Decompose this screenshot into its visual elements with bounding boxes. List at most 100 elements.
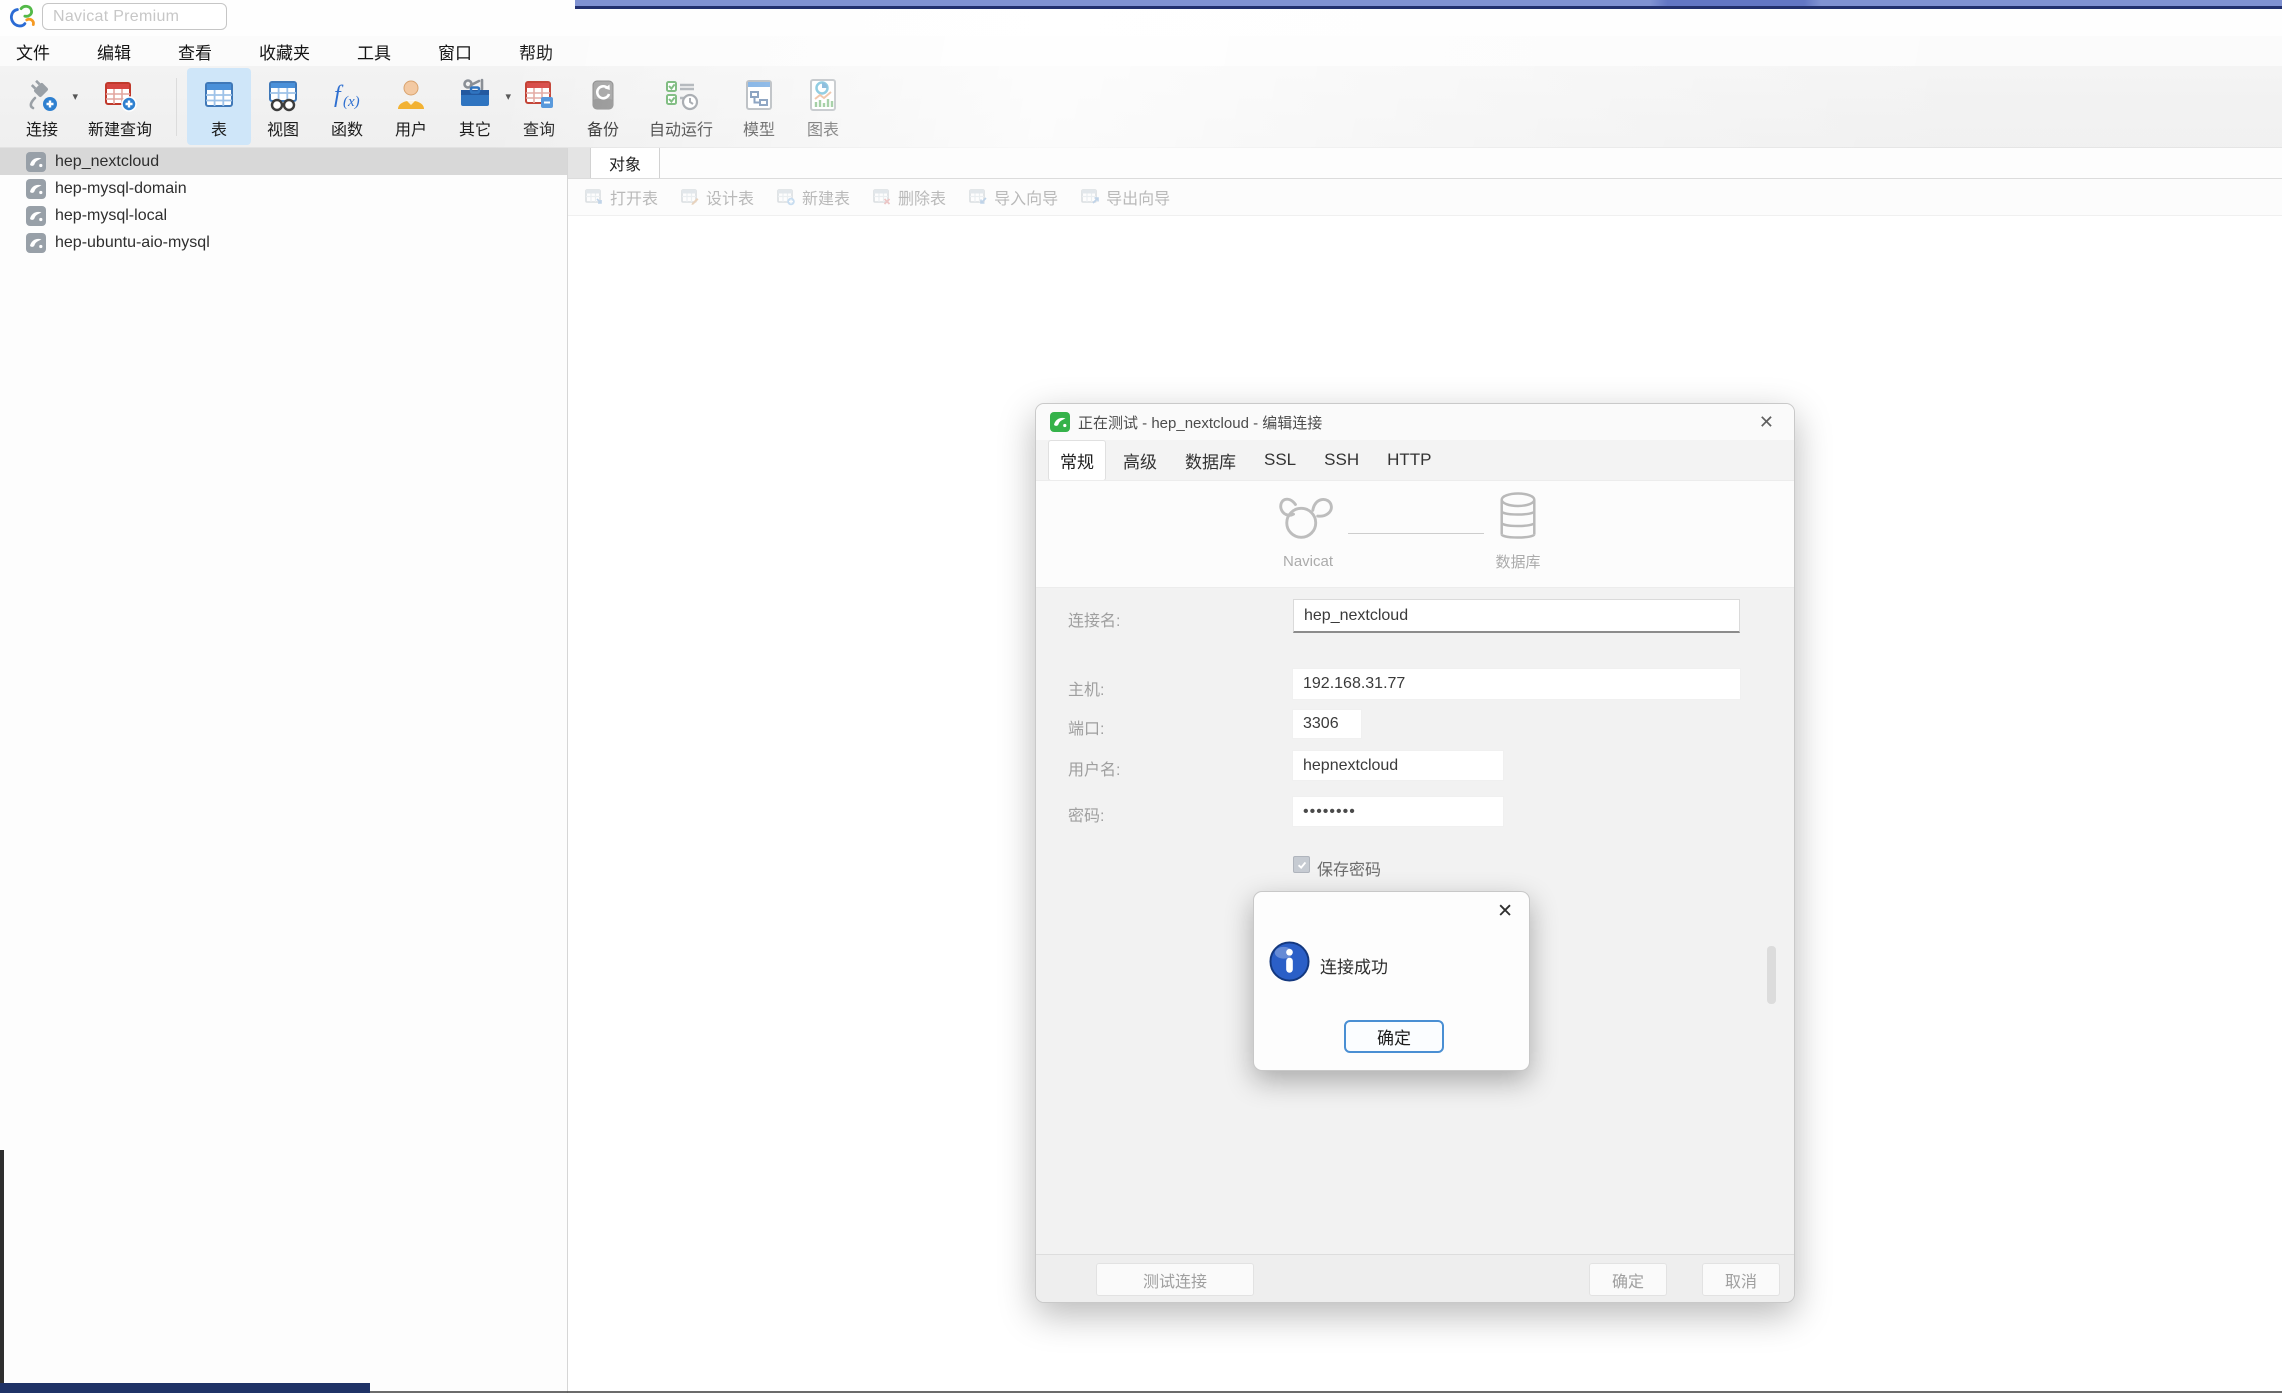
window-title-box: Navicat Premium xyxy=(42,3,227,30)
function-icon: f (x) xyxy=(329,73,365,113)
export-wizard-button[interactable]: 导出向导 xyxy=(1080,185,1170,209)
menu-view[interactable]: 查看 xyxy=(178,39,212,64)
database-node: 数据库 xyxy=(1472,490,1564,572)
dialog-scrollbar-thumb[interactable] xyxy=(1767,946,1776,1004)
menu-window[interactable]: 窗口 xyxy=(438,39,472,64)
window-title: Navicat Premium xyxy=(53,8,179,26)
navicat-logo-icon xyxy=(8,3,38,33)
new-table-icon xyxy=(776,187,796,207)
save-password-checkbox[interactable] xyxy=(1293,856,1310,873)
tab-http[interactable]: HTTP xyxy=(1376,443,1442,477)
connection-name: hep-mysql-domain xyxy=(55,180,187,198)
charts-icon xyxy=(805,73,841,113)
connection-name: hep-mysql-local xyxy=(55,207,167,225)
port-input[interactable] xyxy=(1293,710,1361,738)
open-table-icon xyxy=(584,187,604,207)
message-text: 连接成功 xyxy=(1320,953,1388,978)
toolbar-button-functions[interactable]: f (x) 函数 xyxy=(315,68,379,145)
mysql-green-icon xyxy=(1050,412,1070,432)
import-wizard-icon xyxy=(968,187,988,207)
svg-text:(x): (x) xyxy=(343,94,360,110)
toolbar-button-new-query[interactable]: 新建查询 xyxy=(74,68,166,145)
connection-item-hep-nextcloud[interactable]: hep_nextcloud xyxy=(0,148,567,175)
menu-favorites[interactable]: 收藏夹 xyxy=(259,39,310,64)
database-node-label: 数据库 xyxy=(1472,551,1564,572)
connection-item-hep-mysql-local[interactable]: hep-mysql-local xyxy=(0,202,567,229)
query-icon xyxy=(521,73,557,113)
menubar: 文件 编辑 查看 收藏夹 工具 窗口 帮助 xyxy=(0,36,2282,66)
tab-ssh[interactable]: SSH xyxy=(1313,443,1370,477)
export-wizard-icon xyxy=(1080,187,1100,207)
background-window-bottom-edge xyxy=(0,1383,370,1393)
tab-databases[interactable]: 数据库 xyxy=(1174,441,1247,480)
tab-objects[interactable]: 对象 xyxy=(590,148,660,178)
dialog-cancel-button[interactable]: 取消 xyxy=(1702,1263,1780,1296)
test-connection-button[interactable]: 测试连接 xyxy=(1096,1263,1254,1296)
connection-name-label: 连接名: xyxy=(1068,607,1120,631)
view-icon xyxy=(265,73,301,113)
table-icon xyxy=(201,73,237,113)
new-query-icon xyxy=(102,73,138,113)
toolbar-button-others[interactable]: ▾ 其它 xyxy=(443,68,507,145)
delete-table-button[interactable]: 删除表 xyxy=(872,185,946,209)
host-label: 主机: xyxy=(1068,676,1104,700)
info-icon xyxy=(1268,940,1311,983)
password-label: 密码: xyxy=(1068,802,1104,826)
dialog-title: 正在测试 - hep_nextcloud - 编辑连接 xyxy=(1078,412,1322,433)
database-icon xyxy=(1495,490,1541,544)
toolbar-separator xyxy=(176,78,177,136)
toolbar-button-backup[interactable]: 备份 xyxy=(571,68,635,145)
password-input[interactable] xyxy=(1293,797,1503,826)
close-icon[interactable]: ✕ xyxy=(1497,900,1513,923)
connection-diagram: Navicat 数据库 xyxy=(1036,480,1794,588)
dialog-ok-button[interactable]: 确定 xyxy=(1589,1263,1667,1296)
connection-name-input[interactable] xyxy=(1293,599,1740,633)
app-window-chrome: Navicat Premium 文件 编辑 查看 收藏夹 工具 窗口 帮助 xyxy=(0,0,2282,148)
model-icon xyxy=(741,73,777,113)
menu-tools[interactable]: 工具 xyxy=(357,39,391,64)
navicat-outline-icon xyxy=(1276,490,1340,546)
menu-edit[interactable]: 编辑 xyxy=(97,39,131,64)
toolbar-button-connection[interactable]: ▾ 连接 xyxy=(10,68,74,145)
background-window-left-edge xyxy=(0,1150,4,1393)
open-table-button[interactable]: 打开表 xyxy=(584,185,658,209)
backup-icon xyxy=(585,73,621,113)
toolbar-button-users[interactable]: 用户 xyxy=(379,68,443,145)
toolbar-button-charts[interactable]: 图表 xyxy=(791,68,855,145)
mysql-connection-icon xyxy=(26,179,46,199)
edit-connection-dialog: 正在测试 - hep_nextcloud - 编辑连接 ✕ 常规 高级 数据库 … xyxy=(1035,403,1795,1303)
username-label: 用户名: xyxy=(1068,756,1120,780)
tab-advanced[interactable]: 高级 xyxy=(1112,441,1168,480)
dialog-titlebar: 正在测试 - hep_nextcloud - 编辑连接 ✕ xyxy=(1036,404,1794,440)
tab-general[interactable]: 常规 xyxy=(1048,440,1106,481)
object-tabstrip: 对象 xyxy=(568,148,2282,179)
connection-success-messagebox: ✕ 连接成功 确定 xyxy=(1253,891,1530,1071)
close-icon[interactable]: ✕ xyxy=(1753,412,1780,433)
toolbar-button-model[interactable]: 模型 xyxy=(727,68,791,145)
connection-line xyxy=(1348,533,1484,534)
tabstrip-filler xyxy=(660,148,2282,178)
toolbar-button-automation[interactable]: 自动运行 xyxy=(635,68,727,145)
tab-ssl[interactable]: SSL xyxy=(1253,443,1307,477)
mysql-connection-icon xyxy=(26,233,46,253)
host-input[interactable] xyxy=(1293,669,1740,699)
toolbar-button-tables[interactable]: 表 xyxy=(187,68,251,145)
port-label: 端口: xyxy=(1068,715,1104,739)
user-icon xyxy=(393,73,429,113)
connection-name: hep-ubuntu-aio-mysql xyxy=(55,234,210,252)
connection-item-hep-mysql-domain[interactable]: hep-mysql-domain xyxy=(0,175,567,202)
menu-help[interactable]: 帮助 xyxy=(519,39,553,64)
connection-item-hep-ubuntu-aio-mysql[interactable]: hep-ubuntu-aio-mysql xyxy=(0,229,567,256)
menu-file[interactable]: 文件 xyxy=(16,39,50,64)
toolbar-button-views[interactable]: 视图 xyxy=(251,68,315,145)
message-ok-button[interactable]: 确定 xyxy=(1344,1020,1444,1053)
mysql-connection-icon xyxy=(26,152,46,172)
others-icon xyxy=(457,73,493,113)
automation-icon xyxy=(663,73,699,113)
import-wizard-button[interactable]: 导入向导 xyxy=(968,185,1058,209)
toolbar-button-query[interactable]: 查询 xyxy=(507,68,571,145)
new-table-button[interactable]: 新建表 xyxy=(776,185,850,209)
username-input[interactable] xyxy=(1293,751,1503,780)
connection-name: hep_nextcloud xyxy=(55,153,159,171)
design-table-button[interactable]: 设计表 xyxy=(680,185,754,209)
